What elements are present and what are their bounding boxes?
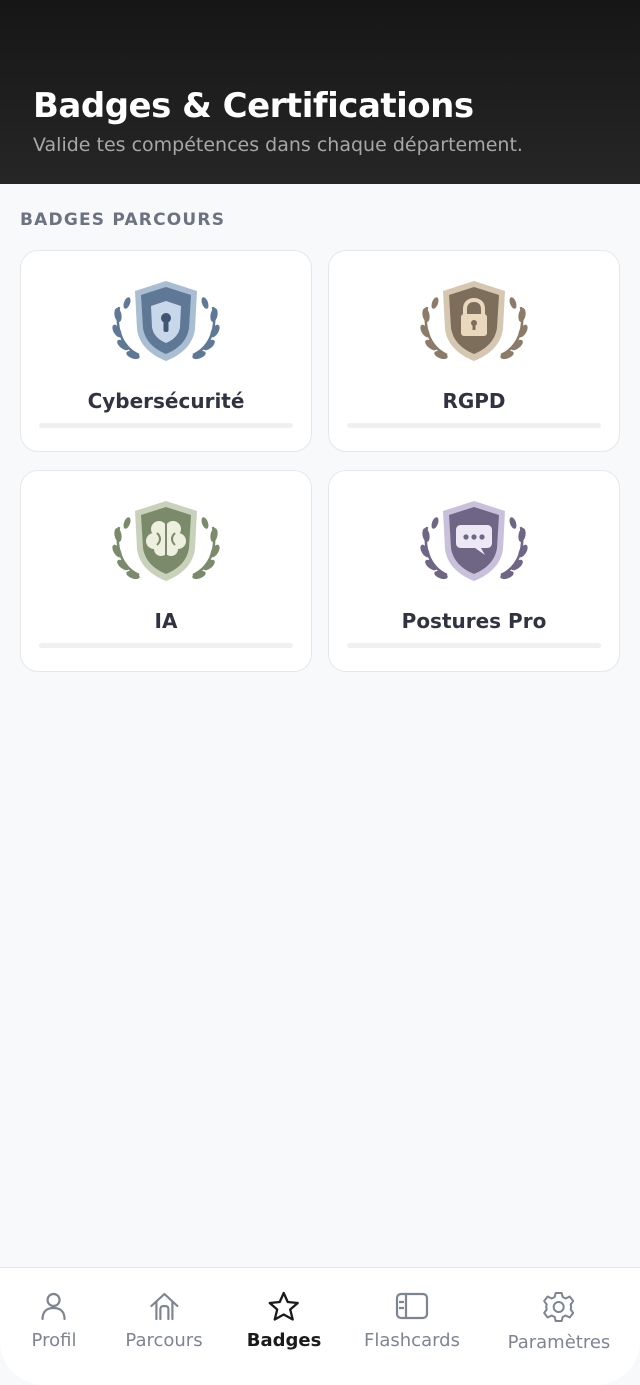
badge-progress-bar [39,423,293,428]
chat-bubble-icon [420,501,528,581]
tab-label: Flashcards [364,1330,460,1351]
tab-parcours[interactable]: Parcours [125,1290,203,1351]
card-icon [395,1292,429,1320]
tab-profil[interactable]: Profil [31,1290,77,1351]
badge-label: RGPD [442,389,506,413]
page-title: Badges & Certifications [33,86,474,126]
brain-icon [112,501,220,581]
tab-flashcards[interactable]: Flashcards [364,1290,460,1351]
badge-label: IA [154,609,178,633]
badge-progress-bar [347,423,601,428]
tab-label: Profil [31,1330,77,1351]
badge-card-postures-pro[interactable]: Postures Pro [328,470,620,672]
gear-icon [543,1292,575,1322]
star-icon [268,1291,300,1321]
person-icon [41,1292,67,1321]
home-icon [149,1292,179,1321]
badge-card-cybersecurite[interactable]: Cybersécurité [20,250,312,452]
badge-card-rgpd[interactable]: RGPD [328,250,620,452]
tab-label: Parcours [125,1330,203,1351]
keyhole-shield-icon [112,281,220,361]
badges-screen: Badges & Certifications Valide tes compé… [0,0,640,1385]
badge-card-ia[interactable]: IA [20,470,312,672]
section-title: BADGES PARCOURS [20,210,226,230]
bottom-tab-bar: Profil Parcours Badges Flashcards Paramè… [0,1267,640,1385]
page-header: Badges & Certifications Valide tes compé… [0,0,640,184]
badge-progress-bar [39,643,293,648]
badge-label: Postures Pro [401,609,547,633]
badges-grid: Cybersécurité RGPD IA Postures Pro [20,250,620,672]
tab-label: Badges [246,1330,322,1351]
padlock-icon [420,281,528,361]
tab-label: Paramètres [507,1332,611,1353]
page-subtitle: Valide tes compétences dans chaque dépar… [33,134,523,156]
tab-parametres[interactable]: Paramètres [507,1290,611,1353]
badge-label: Cybersécurité [87,389,245,413]
badge-progress-bar [347,643,601,648]
tab-badges[interactable]: Badges [246,1290,322,1351]
